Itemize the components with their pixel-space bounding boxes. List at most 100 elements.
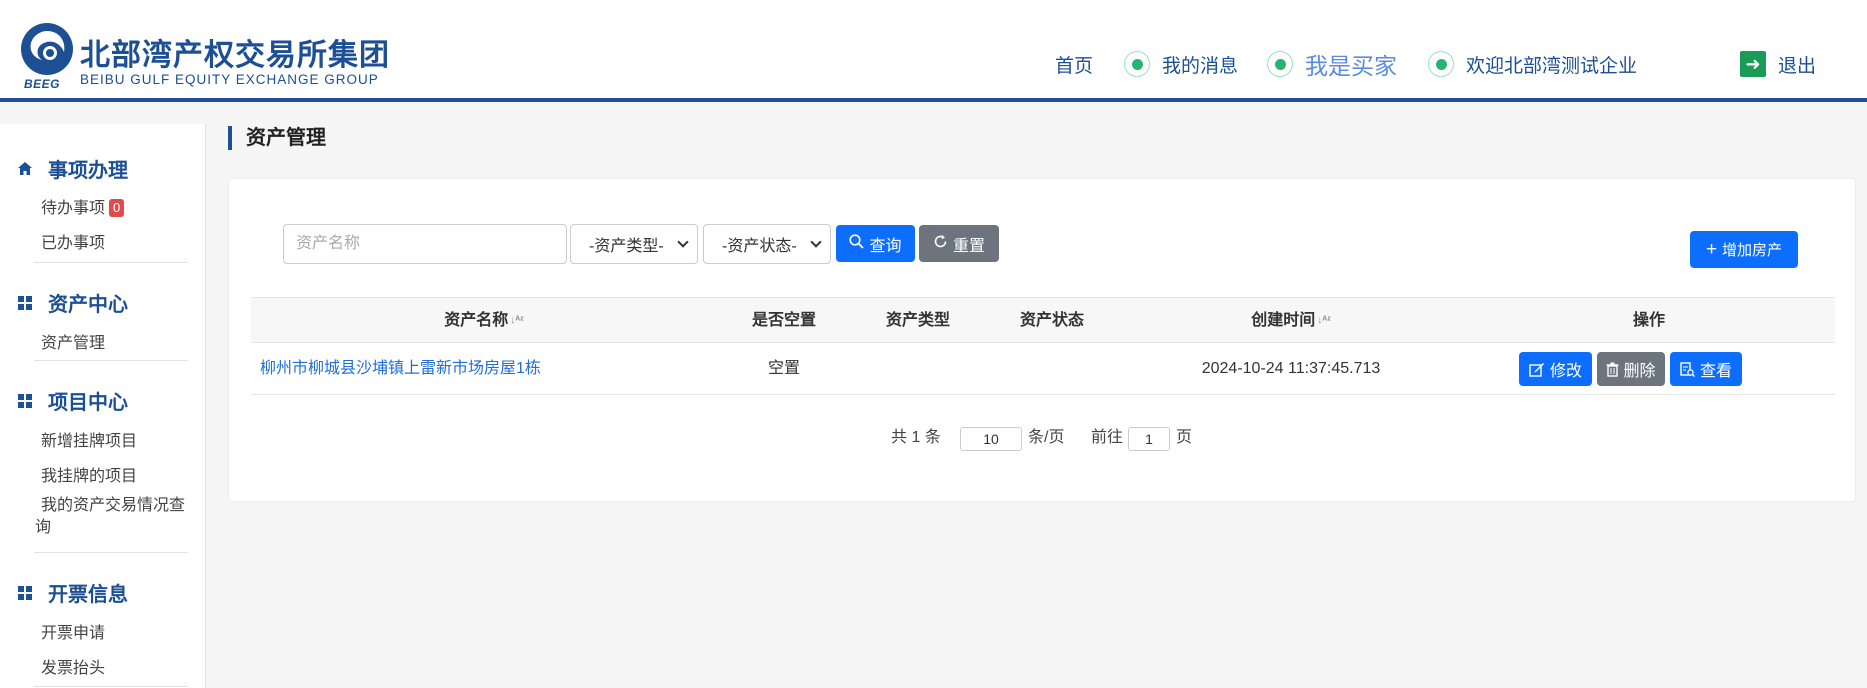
sidebar-item-asset-transactions[interactable]: 我的资产交易情况查询 [35, 495, 195, 539]
sidebar-group-projects[interactable]: 项目中心 [18, 386, 128, 415]
user-icon [1267, 51, 1293, 77]
sidebar: 事项办理 待办事项 0 已办事项 资产中心 资产管理 项目中心 新增挂牌项目 我挂… [0, 124, 206, 688]
sidebar-item-label: 资产管理 [41, 335, 106, 352]
table-row: 柳州市柳城县沙埔镇上雷新市场房屋1栋 空置 2024-10-24 11:37:4… [251, 343, 1835, 395]
goto-page-input[interactable]: 1 [1128, 427, 1170, 451]
column-header-type: 资产类型 [885, 312, 950, 329]
page-size-suffix: 条/页 [1028, 429, 1065, 446]
sidebar-item-done[interactable]: 已办事项 [41, 229, 105, 253]
sidebar-divider [34, 262, 188, 263]
user-icon [1428, 51, 1454, 77]
top-header: BEEG 北部湾产权交易所集团 BEIBU GULF EQUITY EXCHAN… [0, 0, 1867, 102]
column-header-name[interactable]: 资产名称 ↓ᴬᶻ [251, 298, 717, 344]
edit-icon [1529, 362, 1545, 377]
sidebar-group-label: 事项办理 [48, 160, 128, 182]
column-header-actions: 操作 [1632, 312, 1665, 329]
nav-buyer-label: 我是买家 [1305, 53, 1397, 79]
sidebar-item-new-listing[interactable]: 新增挂牌项目 [41, 427, 137, 451]
logo-abbr: BEEG [24, 77, 61, 91]
logo-mark-icon [21, 23, 73, 75]
delete-button-label: 删除 [1623, 363, 1656, 380]
column-header-status: 资产状态 [1019, 312, 1084, 329]
sidebar-group-label: 项目中心 [48, 392, 128, 414]
view-button[interactable]: 查看 [1670, 352, 1742, 386]
sidebar-item-asset-management[interactable]: 资产管理 [41, 329, 105, 353]
cell-status [985, 343, 1119, 395]
logo-title-en: BEIBU GULF EQUITY EXCHANGE GROUP [80, 72, 379, 87]
sidebar-divider [34, 360, 188, 361]
sidebar-group-invoice[interactable]: 开票信息 [18, 578, 128, 607]
edit-button-label: 修改 [1549, 363, 1582, 380]
nav-messages-link[interactable]: 我的消息 [1124, 48, 1238, 80]
sidebar-divider [34, 686, 188, 687]
grid-icon [18, 295, 38, 310]
delete-button[interactable]: 删除 [1597, 352, 1665, 386]
total-count: 1 [911, 429, 921, 446]
sidebar-item-label: 我的资产交易情况查询 [35, 497, 186, 536]
query-button-label: 查询 [869, 237, 902, 255]
sidebar-group-label: 开票信息 [48, 584, 128, 606]
query-button[interactable]: 查询 [836, 225, 915, 262]
sidebar-item-my-listings[interactable]: 我挂牌的项目 [41, 462, 137, 486]
sidebar-item-label: 我挂牌的项目 [41, 468, 138, 485]
asset-list-card: -资产类型- -资产状态- 查询 重置 + 增加房产 资产名称↓ᴬᶻ 是否空置 … [228, 178, 1856, 502]
chevron-down-icon [677, 236, 689, 248]
asset-name-link[interactable]: 柳州市柳城县沙埔镇上雷新市场房屋1栋 [260, 343, 541, 395]
sidebar-item-pending[interactable]: 待办事项 0 [41, 194, 125, 218]
trash-icon [1606, 362, 1619, 377]
logo[interactable]: BEEG 北部湾产权交易所集团 BEIBU GULF EQUITY EXCHAN… [20, 22, 390, 91]
nav-buyer-link[interactable]: 我是买家 [1267, 48, 1397, 80]
add-property-button-label: 增加房产 [1722, 242, 1783, 259]
asset-type-select-value: -资产类型- [589, 238, 664, 255]
sidebar-item-label: 发票抬头 [41, 660, 106, 677]
reset-button[interactable]: 重置 [919, 225, 999, 262]
view-document-icon [1680, 361, 1695, 377]
page-title: 资产管理 [228, 126, 326, 150]
reset-button-label: 重置 [952, 237, 985, 255]
sidebar-item-invoice-apply[interactable]: 开票申请 [41, 619, 105, 643]
sidebar-item-label: 新增挂牌项目 [41, 433, 138, 450]
grid-icon [18, 585, 38, 600]
edit-button[interactable]: 修改 [1519, 352, 1592, 386]
sidebar-item-label: 已办事项 [41, 235, 106, 252]
pending-count-badge: 0 [109, 199, 125, 217]
refresh-icon [933, 234, 948, 254]
sidebar-item-label: 待办事项 [41, 200, 106, 217]
logo-title-cn: 北部湾产权交易所集团 [80, 39, 390, 72]
sidebar-divider [34, 552, 188, 553]
nav-home-link[interactable]: 首页 [1055, 48, 1093, 80]
home-icon [18, 162, 38, 175]
sort-icon: ↓ᴬᶻ [510, 315, 524, 326]
pagination-total: 共 1 条 [891, 429, 941, 446]
plus-icon: + [1705, 238, 1718, 260]
logout-button[interactable]: ➜ 退出 [1740, 48, 1816, 80]
sidebar-group-assets[interactable]: 资产中心 [18, 288, 128, 317]
cell-vacant: 空置 [767, 360, 800, 377]
view-button-label: 查看 [1699, 363, 1732, 380]
sidebar-group-tasks[interactable]: 事项办理 [18, 154, 128, 183]
cell-created: 2024-10-24 11:37:45.713 [1201, 360, 1381, 377]
column-header-created[interactable]: 创建时间 ↓ᴬᶻ [1119, 298, 1463, 344]
sidebar-group-label: 资产中心 [48, 294, 128, 316]
nav-welcome-link[interactable]: 欢迎北部湾测试企业 [1428, 48, 1637, 80]
add-property-button[interactable]: + 增加房产 [1690, 231, 1798, 268]
page-size-input[interactable]: 10 [960, 427, 1022, 451]
sidebar-item-label: 开票申请 [41, 625, 106, 642]
grid-icon [18, 393, 38, 408]
table-header: 资产名称 ↓ᴬᶻ 是否空置 资产类型 资产状态 创建时间 ↓ᴬᶻ 操作 [251, 297, 1835, 343]
asset-type-select[interactable]: -资产类型- [570, 224, 698, 264]
logout-label: 退出 [1778, 55, 1817, 77]
nav-welcome-label: 欢迎北部湾测试企业 [1466, 55, 1638, 77]
goto-suffix: 页 [1176, 429, 1193, 446]
column-header-vacant: 是否空置 [751, 312, 816, 329]
asset-name-search-input[interactable] [283, 224, 567, 264]
exit-icon: ➜ [1740, 51, 1766, 77]
sidebar-item-invoice-title[interactable]: 发票抬头 [41, 654, 105, 678]
asset-status-select[interactable]: -资产状态- [703, 224, 831, 264]
cell-type [851, 343, 985, 395]
nav-messages-label: 我的消息 [1162, 55, 1239, 77]
search-icon [849, 233, 865, 254]
asset-status-select-value: -资产状态- [722, 238, 797, 255]
bell-icon [1124, 51, 1150, 77]
sort-icon: ↓ᴬᶻ [1317, 315, 1331, 326]
